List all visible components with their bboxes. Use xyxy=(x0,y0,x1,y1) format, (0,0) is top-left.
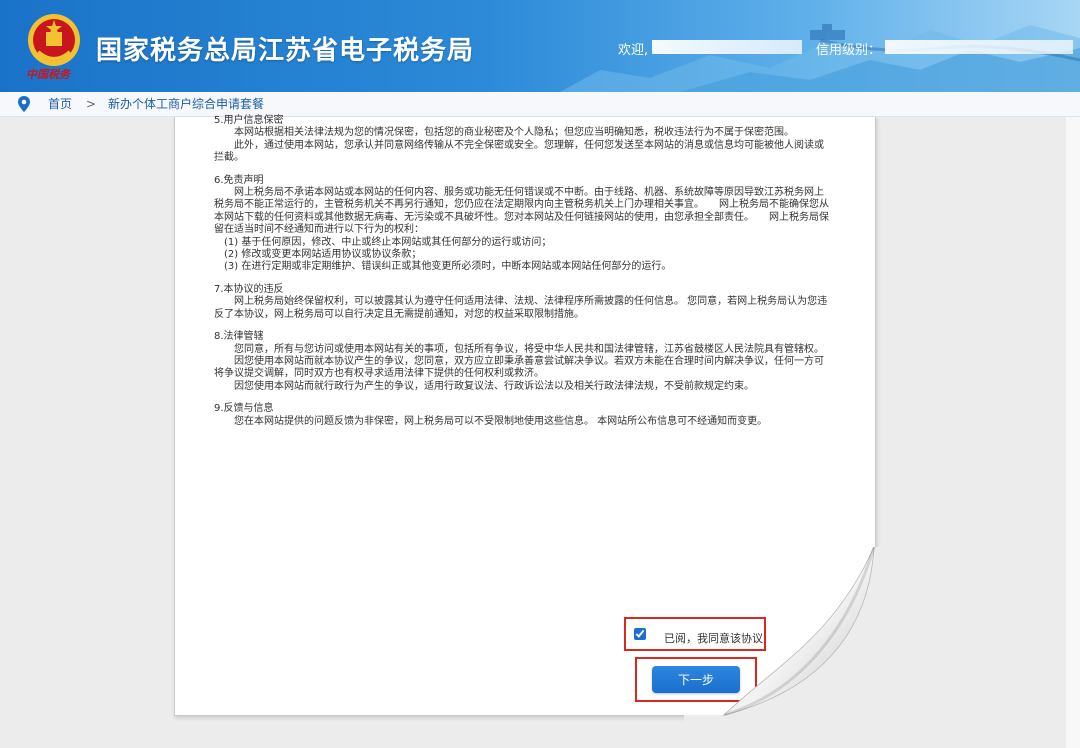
section-title: 9.反馈与信息 xyxy=(214,403,274,415)
breadcrumb-current-page: 新办个体工商户综合申请套餐 xyxy=(108,97,265,111)
agreement-text: 5.用户信息保密 本网站根据相关法律法规为您的情况保密，包括您的商业秘密及个人隐… xyxy=(214,115,830,428)
section-paragraph: 网上税务局始终保留权利，可以披露其认为遵守任何适用法律、法规、法律程序所需披露的… xyxy=(214,296,828,320)
breadcrumb-separator: > xyxy=(86,97,97,111)
section-paragraph: 因您使用本网站而就本协议产生的争议，您同意，双方应立即秉承善意尝试解决争议。若双… xyxy=(214,355,824,380)
section-title: 7.本协议的违反 xyxy=(214,283,284,295)
agreement-area: 5.用户信息保密 本网站根据相关法律法规为您的情况保密，包括您的商业秘密及个人隐… xyxy=(0,115,1080,748)
emblem-caption: 中国税务 xyxy=(26,68,70,81)
section-paragraph: 网上税务局不承诺本网站或本网站的任何内容、服务或功能无任何错误或不中断。由于线路… xyxy=(214,187,829,236)
section-title: 5.用户信息保密 xyxy=(214,115,284,126)
section-paragraph: 因您使用本网站而就行政行为产生的争议，适用行政复议法、行政诉讼法以及相关行政法律… xyxy=(214,380,754,392)
section-paragraph: (1) 基于任何原因，修改、中止或终止本网站或其任何部分的运行或访问； xyxy=(214,236,552,248)
welcome-label: 欢迎, xyxy=(618,43,649,58)
section-title: 8.法律管辖 xyxy=(214,331,264,343)
agree-checkbox[interactable] xyxy=(634,628,646,640)
site-header: 中国税务 国家税务总局江苏省电子税务局 欢迎, 信用级别： xyxy=(0,0,1080,92)
section-title: 6.免责声明 xyxy=(214,174,264,186)
credit-level-value-redacted xyxy=(885,40,1073,54)
welcome-username-redacted xyxy=(652,40,802,54)
section-paragraph: 本网站根据相关法律法规为您的情况保密，包括您的商业秘密及个人隐私；但您应当明确知… xyxy=(214,127,794,139)
site-title: 国家税务总局江苏省电子税务局 xyxy=(96,36,475,66)
section-paragraph: (3) 在进行定期或非定期维护、错误纠正或其他变更所必须时，中断本网站或本网站任… xyxy=(214,261,672,273)
section-paragraph: (2) 修改或变更本网站适用协议或协议条款； xyxy=(214,249,422,261)
location-pin-icon xyxy=(18,96,30,112)
breadcrumb: 首页 > 新办个体工商户综合申请套餐 xyxy=(0,92,1080,117)
page-curl-decoration xyxy=(684,547,884,727)
section-paragraph: 您同意，所有与您访问或使用本网站有关的事项，包括所有争议，将受中华人民共和国法律… xyxy=(214,343,824,355)
section-paragraph: 您在本网站提供的问题反馈为非保密，网上税务局可以不受限制地使用这些信息。 本网站… xyxy=(214,415,768,427)
credit-level-label: 信用级别： xyxy=(816,43,882,58)
section-paragraph: 此外，通过使用本网站，您承认并同意网络传输从不完全保密或安全。您理解，任何您发送… xyxy=(214,139,824,164)
page-right-gutter xyxy=(1066,117,1080,748)
breadcrumb-home-link[interactable]: 首页 xyxy=(48,92,72,116)
